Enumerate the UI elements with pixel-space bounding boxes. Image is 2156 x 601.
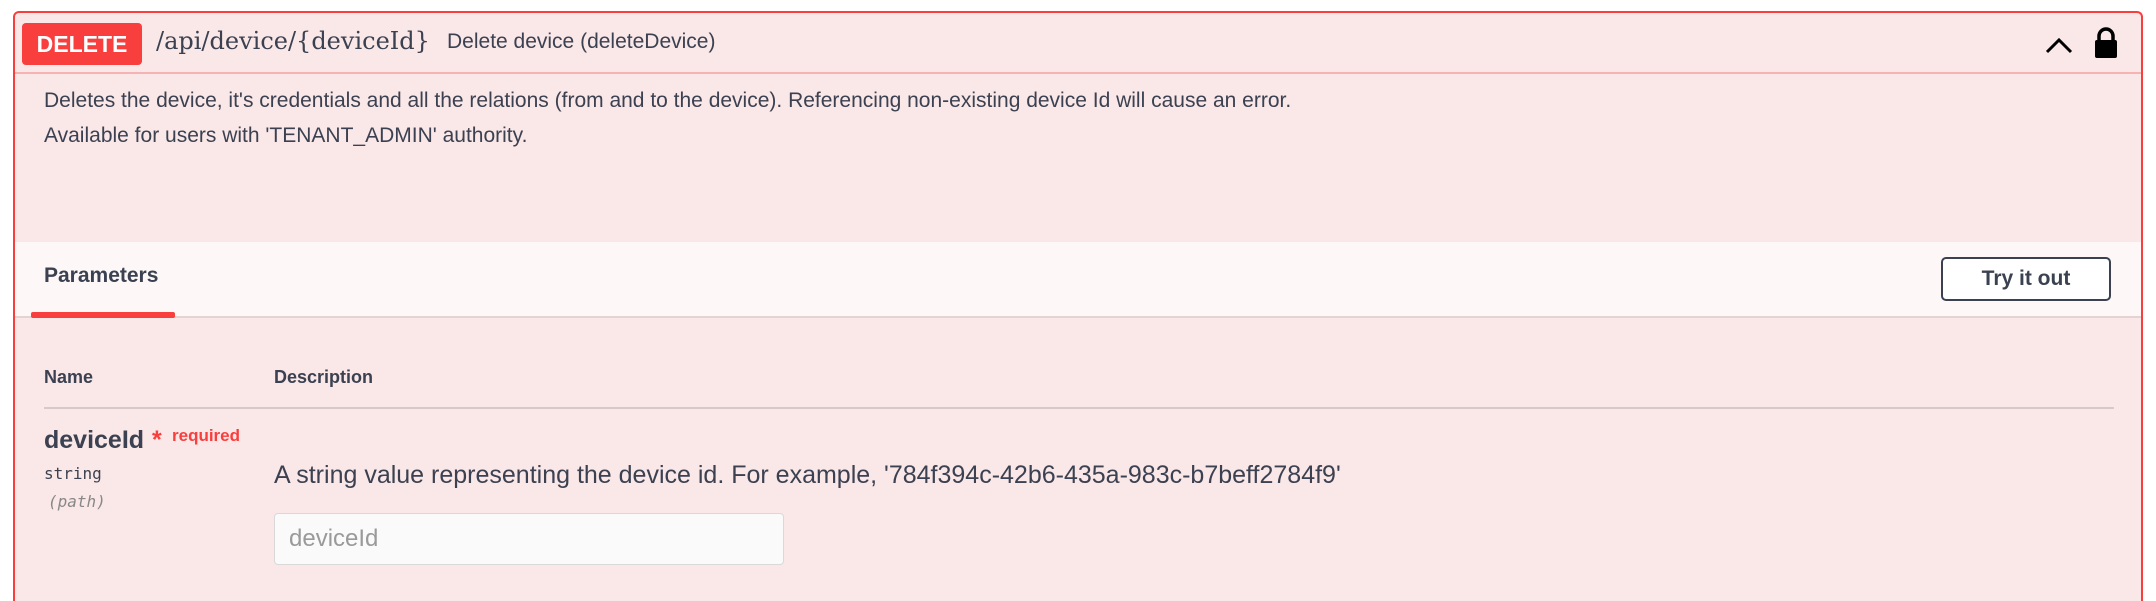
operation-block: DELETE /api/device/{deviceId} Delete dev… [13,11,2143,601]
parameter-name: deviceId [44,426,145,454]
operation-summary-text: Delete device (deleteDevice) [447,30,716,53]
method-badge: DELETE [22,23,142,65]
operation-path: /api/device/{deviceId} [156,27,430,55]
parameters-header: Parameters Try it out [15,242,2141,318]
parameter-description: A string value representing the device i… [274,461,1341,489]
header-divider [44,407,2114,409]
column-header-name: Name [44,367,94,387]
required-star: * [152,426,162,454]
device-id-input[interactable] [274,513,784,565]
tab-active-indicator [31,312,175,318]
lock-icon[interactable] [2093,27,2119,59]
required-label: required [172,426,241,445]
column-header-description: Description [274,367,374,387]
parameter-type: string [44,464,102,483]
operation-summary[interactable]: DELETE /api/device/{deviceId} Delete dev… [15,13,2141,74]
chevron-up-icon[interactable] [2044,33,2074,57]
tab-parameters[interactable]: Parameters [44,264,158,288]
parameter-location: (path) [48,492,106,511]
try-it-out-button[interactable]: Try it out [1941,257,2111,301]
operation-authority-note: Available for users with 'TENANT_ADMIN' … [44,124,528,147]
operation-description: Deletes the device, it's credentials and… [44,89,1292,112]
